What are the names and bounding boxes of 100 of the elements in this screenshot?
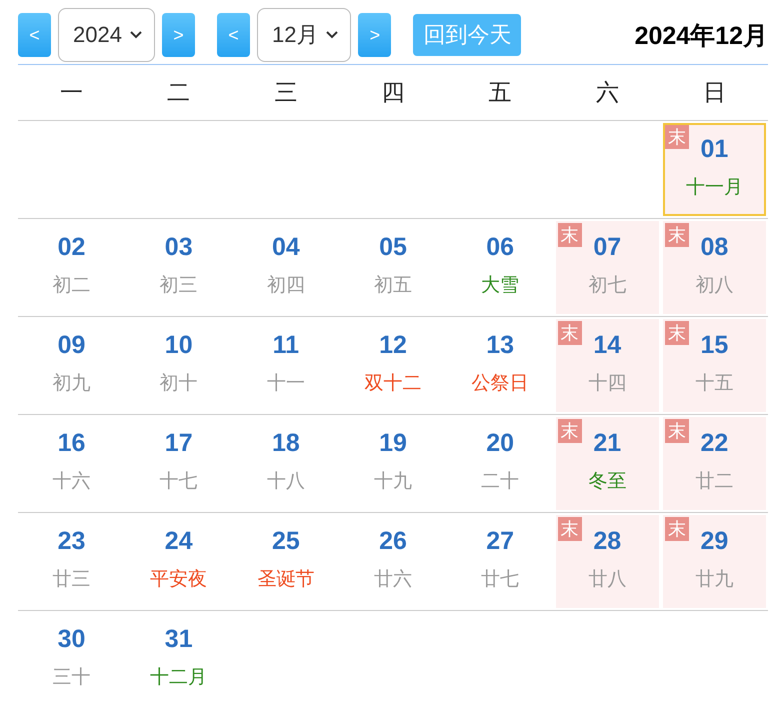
- lunar-date: 平安夜: [150, 568, 208, 592]
- day-cell[interactable]: 末 22 廿二: [662, 417, 766, 510]
- lunar-date: 十一月: [686, 176, 743, 200]
- lunar-date: 廿二: [695, 470, 734, 494]
- day-cell[interactable]: 31 十二月: [127, 613, 230, 706]
- lunar-date: 初二: [52, 274, 91, 298]
- day-number: 24: [164, 527, 193, 556]
- lunar-date: 初三: [160, 274, 198, 298]
- day-number: 30: [58, 625, 86, 654]
- weekday-header: 三: [232, 65, 340, 121]
- lunar-date: 初五: [374, 274, 412, 298]
- weekend-badge: 末: [664, 419, 689, 443]
- day-cell[interactable]: 19 十九: [341, 417, 445, 510]
- weekend-badge: 末: [558, 419, 582, 443]
- day-number: 19: [379, 429, 407, 458]
- lunar-date: 廿七: [481, 568, 520, 592]
- day-number: 01: [700, 135, 728, 164]
- day-cell[interactable]: 27 廿七: [448, 515, 552, 608]
- chevron-down-icon: [326, 31, 338, 39]
- weekend-badge: 末: [664, 321, 689, 345]
- lunar-date: 十七: [160, 470, 198, 494]
- day-cell[interactable]: 18 十八: [234, 417, 338, 510]
- lunar-date: 廿八: [588, 568, 626, 592]
- day-cell[interactable]: 04 初四: [234, 221, 338, 314]
- day-cell[interactable]: 06 大雪: [448, 221, 552, 314]
- day-number: 03: [164, 233, 193, 262]
- day-number: 31: [164, 625, 193, 654]
- day-cell[interactable]: 末 01 十一月: [662, 123, 766, 216]
- day-cell[interactable]: 30 三十: [20, 613, 124, 706]
- day-number: 13: [486, 331, 514, 360]
- day-number: 28: [593, 527, 622, 556]
- day-number: 09: [58, 331, 86, 360]
- day-cell[interactable]: 末 07 初七: [556, 221, 659, 314]
- month-select[interactable]: 12月: [256, 8, 352, 62]
- day-number: 16: [58, 429, 86, 458]
- lunar-date: 初九: [52, 372, 91, 396]
- lunar-date: 初七: [588, 274, 626, 298]
- lunar-date: 初十: [160, 372, 198, 396]
- weekday-header: 六: [554, 65, 661, 121]
- day-number: 07: [593, 233, 622, 262]
- day-cell[interactable]: 末 29 廿九: [662, 515, 766, 608]
- weekday-header: 一: [18, 65, 126, 121]
- day-cell[interactable]: 末 15 十五: [662, 319, 766, 412]
- lunar-date: 廿九: [695, 568, 734, 592]
- day-number: 14: [593, 331, 622, 360]
- lunar-date: 冬至: [588, 470, 626, 494]
- day-number: 27: [486, 527, 514, 556]
- day-cell[interactable]: 10 初十: [127, 319, 230, 412]
- weekend-badge: 末: [558, 321, 582, 345]
- day-cell[interactable]: 24 平安夜: [127, 515, 230, 608]
- day-number: 10: [164, 331, 193, 360]
- weekend-badge: 末: [664, 223, 689, 247]
- lunar-date: 十一: [266, 372, 305, 396]
- weekend-badge: 末: [664, 125, 689, 149]
- day-number: 18: [272, 429, 300, 458]
- day-number: 15: [700, 331, 728, 360]
- lunar-date: 初八: [695, 274, 734, 298]
- lunar-date: 十八: [266, 470, 305, 494]
- day-number: 04: [272, 233, 300, 262]
- day-number: 23: [58, 527, 86, 556]
- day-cell[interactable]: 末 28 廿八: [556, 515, 659, 608]
- year-select[interactable]: 2024: [58, 8, 155, 62]
- lunar-date: 公祭日: [472, 372, 529, 396]
- weekend-badge: 末: [664, 517, 689, 541]
- day-number: 17: [164, 429, 193, 458]
- day-cell[interactable]: 17 十七: [127, 417, 230, 510]
- lunar-date: 初四: [266, 274, 305, 298]
- day-cell[interactable]: 16 十六: [20, 417, 124, 510]
- day-number: 11: [272, 331, 300, 360]
- day-number: 05: [379, 233, 407, 262]
- day-cell[interactable]: 末 14 十四: [556, 319, 659, 412]
- day-cell[interactable]: 11 十一: [234, 319, 338, 412]
- day-number: 08: [700, 233, 728, 262]
- day-cell[interactable]: 03 初三: [127, 221, 230, 314]
- day-cell[interactable]: 12 双十二: [341, 319, 445, 412]
- lunar-date: 圣诞节: [257, 568, 314, 592]
- day-cell[interactable]: 末 08 初八: [662, 221, 766, 314]
- lunar-date: 三十: [52, 666, 91, 690]
- day-cell[interactable]: 02 初二: [20, 221, 124, 314]
- weekday-header: 二: [125, 65, 232, 121]
- day-cell[interactable]: 26 廿六: [341, 515, 445, 608]
- lunar-date: 十二月: [150, 666, 208, 690]
- day-cell[interactable]: 23 廿三: [20, 515, 124, 608]
- day-cell[interactable]: 末 21 冬至: [556, 417, 659, 510]
- day-cell[interactable]: 25 圣诞节: [234, 515, 338, 608]
- day-number: 25: [272, 527, 300, 556]
- day-number: 26: [379, 527, 407, 556]
- day-number: 29: [700, 527, 728, 556]
- day-number: 06: [486, 233, 514, 262]
- lunar-date: 十四: [588, 372, 626, 396]
- lunar-date: 十六: [52, 470, 91, 494]
- chevron-down-icon: [130, 31, 142, 39]
- lunar-date: 大雪: [481, 274, 520, 298]
- weekend-badge: 末: [558, 223, 582, 247]
- day-cell[interactable]: 09 初九: [20, 319, 124, 412]
- day-cell[interactable]: 05 初五: [341, 221, 445, 314]
- weekday-header: 五: [446, 65, 554, 121]
- weekend-badge: 末: [558, 517, 582, 541]
- day-cell[interactable]: 13 公祭日: [448, 319, 552, 412]
- day-cell[interactable]: 20 二十: [448, 417, 552, 510]
